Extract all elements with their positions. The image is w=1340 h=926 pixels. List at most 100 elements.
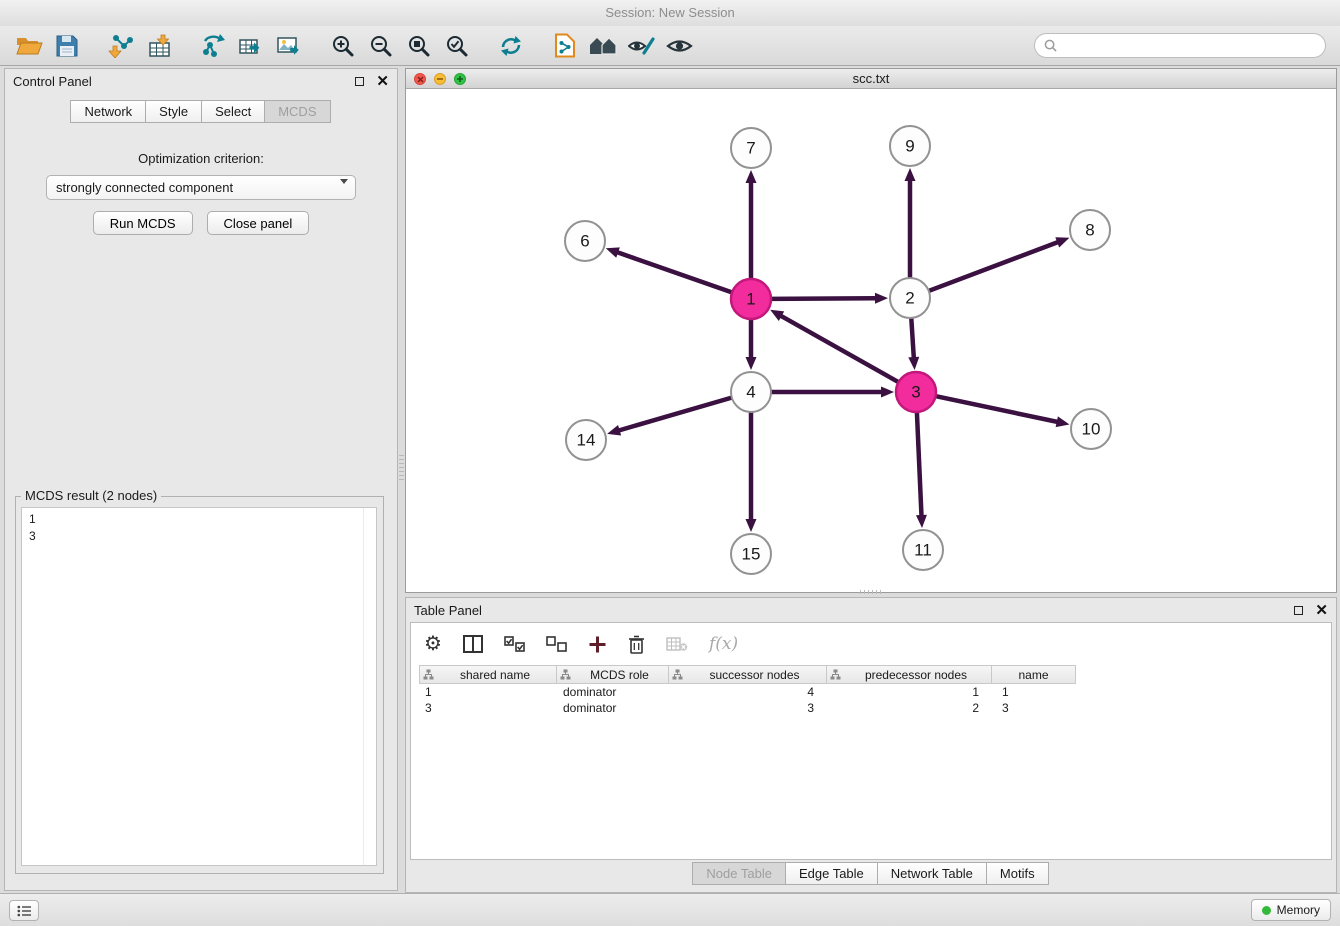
export-table-button[interactable] <box>232 30 270 62</box>
cell-name[interactable]: 1 <box>992 684 1076 700</box>
cell-shared-name[interactable]: 3 <box>419 700 557 716</box>
graph-edge-3-10[interactable] <box>937 396 1057 421</box>
cell-successor-nodes[interactable]: 4 <box>669 684 827 700</box>
network-graph[interactable]: 7968124314101511 <box>406 89 1336 592</box>
run-mcds-button[interactable]: Run MCDS <box>93 211 193 235</box>
graph-node-label: 1 <box>746 290 755 309</box>
tab-network-table[interactable]: Network Table <box>877 862 987 885</box>
table-panel-tabs: Node Table Edge Table Network Table Moti… <box>406 862 1336 885</box>
search-field[interactable] <box>1034 33 1326 58</box>
split-columns-icon[interactable] <box>463 635 483 653</box>
graph-edge-1-6[interactable] <box>618 253 731 293</box>
import-network-button[interactable] <box>102 30 140 62</box>
zoom-fit-button[interactable] <box>400 30 438 62</box>
close-window-icon[interactable] <box>414 73 426 85</box>
mcds-result-list[interactable]: 1 3 <box>21 507 377 866</box>
graph-edge-arrowhead <box>1056 416 1070 427</box>
tab-select[interactable]: Select <box>201 100 265 123</box>
style-preview-button[interactable] <box>622 30 660 62</box>
graph-edge-arrowhead <box>1055 237 1069 247</box>
cell-mcds-role[interactable]: dominator <box>557 700 669 716</box>
show-hide-graphics-button[interactable] <box>660 30 698 62</box>
mcds-result-group: MCDS result (2 nodes) 1 3 <box>15 496 384 874</box>
graph-edge-3-11[interactable] <box>917 413 922 515</box>
task-history-button[interactable] <box>9 900 39 921</box>
result-list-scrollbar[interactable] <box>363 508 376 865</box>
graph-node-label: 8 <box>1085 221 1094 240</box>
clone-view-icon <box>554 33 576 58</box>
optimization-criterion-dropdown[interactable]: strongly connected component <box>46 175 356 200</box>
close-panel-icon[interactable]: ✕ <box>376 74 389 89</box>
memory-button[interactable]: Memory <box>1251 899 1331 921</box>
zoom-in-button[interactable] <box>324 30 362 62</box>
save-session-button[interactable] <box>48 30 86 62</box>
tab-edge-table[interactable]: Edge Table <box>785 862 878 885</box>
export-image-button[interactable] <box>270 30 308 62</box>
control-panel-title: Control Panel <box>13 74 355 89</box>
tab-node-table[interactable]: Node Table <box>692 862 786 885</box>
cell-successor-nodes[interactable]: 3 <box>669 700 827 716</box>
column-header-predecessor-nodes[interactable]: predecessor nodes <box>827 665 992 684</box>
cell-mcds-role[interactable]: dominator <box>557 684 669 700</box>
mcds-result-item[interactable]: 3 <box>29 528 369 545</box>
zoom-window-icon[interactable] <box>454 73 466 85</box>
close-panel-button[interactable]: Close panel <box>207 211 310 235</box>
tab-motifs[interactable]: Motifs <box>986 862 1049 885</box>
graph-edge-4-14[interactable] <box>620 398 731 430</box>
graph-edge-1-2[interactable] <box>772 298 875 299</box>
graph-edge-arrowhead <box>607 425 621 436</box>
memory-button-label: Memory <box>1277 903 1320 917</box>
function-builder-icon: f(x) <box>709 634 738 654</box>
graph-edge-arrowhead <box>746 170 757 183</box>
close-table-panel-icon[interactable]: ✕ <box>1315 603 1328 618</box>
network-window-titlebar[interactable]: scc.txt <box>406 69 1336 89</box>
import-table-button[interactable] <box>140 30 178 62</box>
horizontal-panel-divider-grip[interactable] <box>860 590 882 594</box>
graph-edge-arrowhead <box>875 293 888 304</box>
graph-edge-2-3[interactable] <box>911 319 913 357</box>
zoom-out-icon <box>369 34 393 58</box>
cell-shared-name[interactable]: 1 <box>419 684 557 700</box>
tab-network[interactable]: Network <box>70 100 146 123</box>
vertical-panel-divider-grip[interactable] <box>399 455 404 483</box>
table-row[interactable]: 3 dominator 3 2 3 <box>419 700 1331 716</box>
node-table-header-row: shared name MCDS role successor nodes pr… <box>419 665 1331 684</box>
column-header-shared-name[interactable]: shared name <box>419 665 557 684</box>
column-header-mcds-role[interactable]: MCDS role <box>557 665 669 684</box>
delete-column-trash-icon[interactable] <box>628 635 645 654</box>
search-input[interactable] <box>1062 39 1316 53</box>
control-panel-header: Control Panel ✕ <box>5 69 397 93</box>
select-all-checkboxes-icon[interactable] <box>504 636 525 652</box>
clone-view-button[interactable] <box>546 30 584 62</box>
cell-predecessor-nodes[interactable]: 1 <box>827 684 992 700</box>
float-table-panel-icon[interactable] <box>1294 606 1303 615</box>
network-analyzer-button[interactable] <box>584 30 622 62</box>
network-canvas[interactable]: 7968124314101511 <box>406 89 1336 592</box>
gear-icon[interactable]: ⚙ <box>424 634 442 654</box>
cell-name[interactable]: 3 <box>992 700 1076 716</box>
minimize-window-icon[interactable] <box>434 73 446 85</box>
mcds-result-item[interactable]: 1 <box>29 511 369 528</box>
add-column-icon[interactable] <box>588 635 607 654</box>
export-network-button[interactable] <box>194 30 232 62</box>
tab-style[interactable]: Style <box>145 100 202 123</box>
column-header-name[interactable]: name <box>992 665 1076 684</box>
graph-edge-2-8[interactable] <box>930 242 1058 290</box>
cell-predecessor-nodes[interactable]: 2 <box>827 700 992 716</box>
zoom-out-button[interactable] <box>362 30 400 62</box>
memory-status-dot-icon <box>1262 906 1271 915</box>
optimization-criterion-label: Optimization criterion: <box>5 151 397 166</box>
tab-mcds[interactable]: MCDS <box>264 100 330 123</box>
graph-node-label: 9 <box>905 137 914 156</box>
float-window-icon[interactable] <box>355 77 364 86</box>
zoom-selected-button[interactable] <box>438 30 476 62</box>
deselect-all-checkboxes-icon[interactable] <box>546 636 567 652</box>
node-table: shared name MCDS role successor nodes pr… <box>419 665 1331 716</box>
column-header-successor-nodes[interactable]: successor nodes <box>669 665 827 684</box>
open-session-button[interactable] <box>10 30 48 62</box>
search-icon <box>1044 39 1057 52</box>
graph-edge-3-1[interactable] <box>781 316 897 382</box>
table-row[interactable]: 1 dominator 4 1 1 <box>419 684 1331 700</box>
refresh-button[interactable] <box>492 30 530 62</box>
graph-edge-arrowhead <box>908 357 919 370</box>
